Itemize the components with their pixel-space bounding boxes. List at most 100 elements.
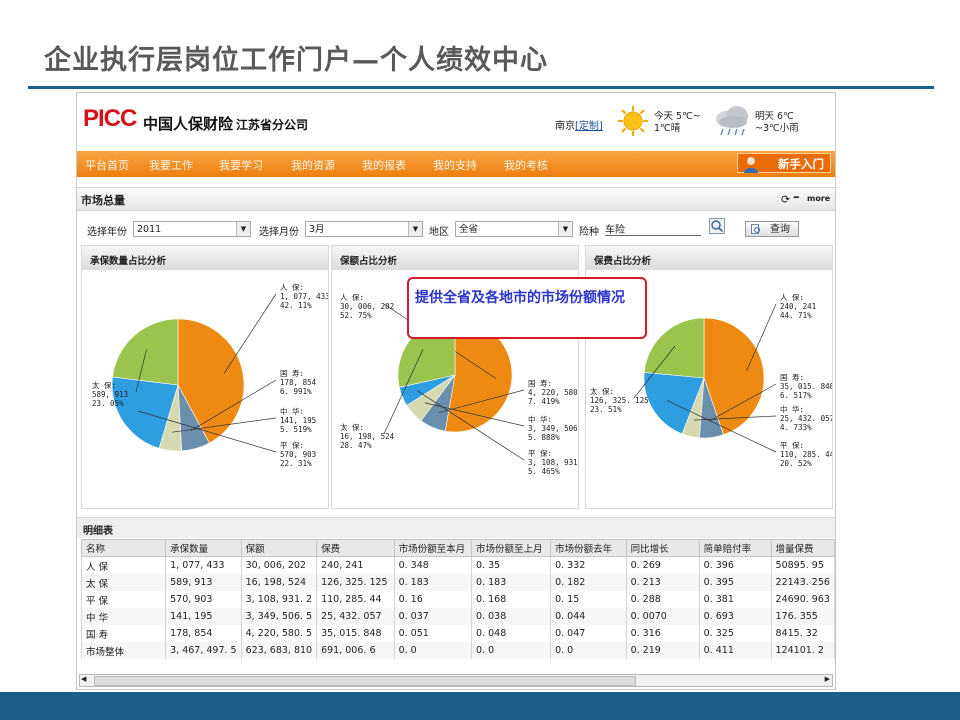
- callout-text: 提供全省及各地市的市场份额情况: [415, 290, 625, 306]
- column-header[interactable]: 市场份额至本月: [393, 539, 473, 557]
- region-select[interactable]: 全省 ▼: [455, 221, 573, 237]
- slide-title: 企业执行层岗位工作门户—个人绩效中心: [44, 45, 548, 76]
- table-cell: 0. 0: [550, 642, 627, 659]
- column-header[interactable]: 市场份额去年: [550, 539, 627, 557]
- table-cell: 0. 213: [625, 574, 700, 591]
- nav-item-resources[interactable]: 我的资源: [291, 157, 335, 173]
- search-icon[interactable]: [709, 218, 725, 234]
- year-select[interactable]: 2011 ▼: [133, 221, 251, 237]
- column-header[interactable]: 承保数量: [165, 539, 242, 557]
- insurance-type-input[interactable]: 车险: [605, 221, 701, 236]
- table-row[interactable]: 国 寿 178, 854 4, 220, 580. 5 35, 015. 848 0. …: [80, 625, 835, 642]
- scroll-right-icon[interactable]: ▶: [825, 675, 830, 683]
- table-cell: 0. 168: [471, 591, 552, 608]
- today-weather: 今天 5℃~ 1℃晴: [654, 111, 701, 134]
- table-cell: 人 保: [80, 556, 167, 574]
- chevron-down-icon: ▼: [558, 222, 572, 236]
- chevron-down-icon: ▼: [236, 222, 250, 236]
- main-nav: 平台首页 我要工作 我要学习 我的资源 我的报表 我的支持 我的考核 新手入门: [77, 151, 835, 177]
- refresh-icon[interactable]: ⟳: [781, 193, 790, 206]
- table-cell: 0. 395: [698, 574, 772, 591]
- newbie-button[interactable]: 新手入门: [737, 153, 831, 173]
- table-cell: 110, 285. 44: [316, 591, 395, 608]
- table-cell: 24690. 963: [770, 591, 835, 608]
- collapse-icon[interactable]: –: [793, 190, 800, 205]
- table-cell: 691, 006. 6: [316, 642, 395, 659]
- table-cell: 50895. 95: [770, 556, 835, 574]
- table-cell: 3, 467, 497. 5: [165, 642, 242, 659]
- company-name: 中国人保财险 江苏省分公司: [143, 115, 309, 133]
- horizontal-scrollbar[interactable]: ◀ ▶: [79, 674, 833, 687]
- nav-item-learn[interactable]: 我要学习: [219, 157, 263, 173]
- pie-data-label: 人 保: 1, 077, 433 42. 11%: [280, 283, 328, 310]
- rain-cloud-icon: [716, 106, 748, 136]
- table-row[interactable]: 中 华 141, 195 3, 349, 506. 5 25, 432. 057 0. …: [80, 608, 835, 625]
- policy-count-pie-chart: 人 保: 1, 077, 433 42. 11% 国 寿: 178, 854 6. 991…: [92, 283, 328, 468]
- column-header[interactable]: 名称: [80, 539, 167, 557]
- table-cell: 623, 683, 810: [240, 642, 318, 659]
- table-cell: 35, 015. 848: [316, 625, 395, 642]
- pie-data-label: 平 保: 110, 285. 44 20. 52%: [780, 441, 832, 468]
- table-cell: 124101. 2: [770, 642, 835, 659]
- pie-data-label: 平 保: 570, 903 22. 31%: [280, 441, 316, 468]
- pie-data-label: 国 寿: 35, 015. 848 6. 517%: [780, 372, 832, 400]
- callout-box: 提供全省及各地市的市场份额情况: [407, 277, 647, 339]
- pie-slice[interactable]: [643, 317, 705, 379]
- pie-slice[interactable]: [112, 318, 179, 386]
- table-cell: 126, 325. 125: [316, 574, 395, 591]
- column-header[interactable]: 增量保费: [770, 539, 835, 557]
- region-label: 地区: [429, 227, 449, 238]
- table-cell: 0. 038: [471, 608, 552, 625]
- query-button[interactable]: 查询: [745, 221, 799, 237]
- picc-logo: PICC: [83, 105, 137, 132]
- table-cell: 4, 220, 580. 5: [240, 625, 318, 642]
- more-link[interactable]: more: [807, 194, 830, 203]
- table-cell: 0. 288: [625, 591, 700, 608]
- query-icon: [751, 224, 760, 234]
- customize-link[interactable]: [定制]: [575, 121, 603, 132]
- table-cell: 0. 16: [393, 591, 473, 608]
- column-header[interactable]: 保额: [240, 539, 318, 557]
- table-cell: 太 保: [80, 574, 167, 591]
- scrollbar-thumb[interactable]: [94, 676, 636, 686]
- table-cell: 0. 348: [393, 556, 473, 574]
- column-header[interactable]: 简单赔付率: [698, 539, 772, 557]
- table-row[interactable]: 太 保 589, 913 16, 198, 524 126, 325. 125 0. 1…: [80, 574, 835, 591]
- chevron-down-icon: ▼: [408, 222, 422, 236]
- table-cell: 22143. 256: [770, 574, 835, 591]
- market-section-header: 市场总量 ⟳ – more: [77, 187, 835, 211]
- pie-data-label: 中 华:3, 349, 506. 55. 888%: [528, 414, 578, 442]
- panel-title: 承保数量占比分析: [90, 256, 167, 267]
- nav-item-home[interactable]: 平台首页: [85, 157, 129, 173]
- table-cell: 0. 0: [393, 642, 473, 659]
- table-cell: 3, 349, 506. 5: [240, 608, 318, 625]
- column-header[interactable]: 保费: [316, 539, 395, 557]
- scroll-left-icon[interactable]: ◀: [81, 675, 86, 683]
- table-cell: 570, 903: [165, 591, 242, 608]
- nav-item-reports[interactable]: 我的报表: [362, 157, 406, 173]
- table-row[interactable]: 平 保 570, 903 3, 108, 931. 2 110, 285. 44 0. …: [80, 591, 835, 608]
- table-cell: 市场整体: [80, 642, 167, 659]
- nav-item-assessment[interactable]: 我的考核: [504, 157, 548, 173]
- table-cell: 30, 006, 202: [240, 556, 318, 574]
- table-row[interactable]: 人 保 1, 077, 433 30, 006, 202 240, 241 0. 348…: [80, 556, 835, 574]
- month-label: 选择月份: [259, 227, 299, 238]
- table-cell: 0. 182: [550, 574, 627, 591]
- table-cell: 0. 037: [393, 608, 473, 625]
- pie-data-label: 国 寿: 178, 854 6. 991%: [280, 368, 317, 396]
- column-header[interactable]: 市场份额至上月: [471, 539, 552, 557]
- pie-data-label: 人 保: 30, 006, 202 52. 75%: [340, 293, 394, 320]
- pie-data-label: 太 保: 16, 198, 524 28. 47%: [340, 422, 395, 450]
- month-select[interactable]: 3月 ▼: [305, 221, 423, 237]
- table-cell: 0. 332: [550, 556, 627, 574]
- table-cell: 0. 316: [625, 625, 700, 642]
- nav-item-work[interactable]: 我要工作: [149, 157, 193, 173]
- table-row[interactable]: 市场整体 3, 467, 497. 5 623, 683, 810 691, 006.…: [80, 642, 835, 659]
- pie-data-label: 中 华: 25, 432. 057 4. 733%: [780, 404, 832, 432]
- column-header[interactable]: 同比增长: [625, 539, 700, 557]
- table-cell: 25, 432. 057: [316, 608, 395, 625]
- table-header-row: 名称 承保数量 保额 保费 市场份额至本月 市场份额至上月 市场份额去年 同比增长 简单赔付率增…: [80, 539, 835, 557]
- detail-title: 明细表: [83, 526, 113, 537]
- table-cell: 0. 396: [698, 556, 772, 574]
- nav-item-support[interactable]: 我的支持: [433, 157, 477, 173]
